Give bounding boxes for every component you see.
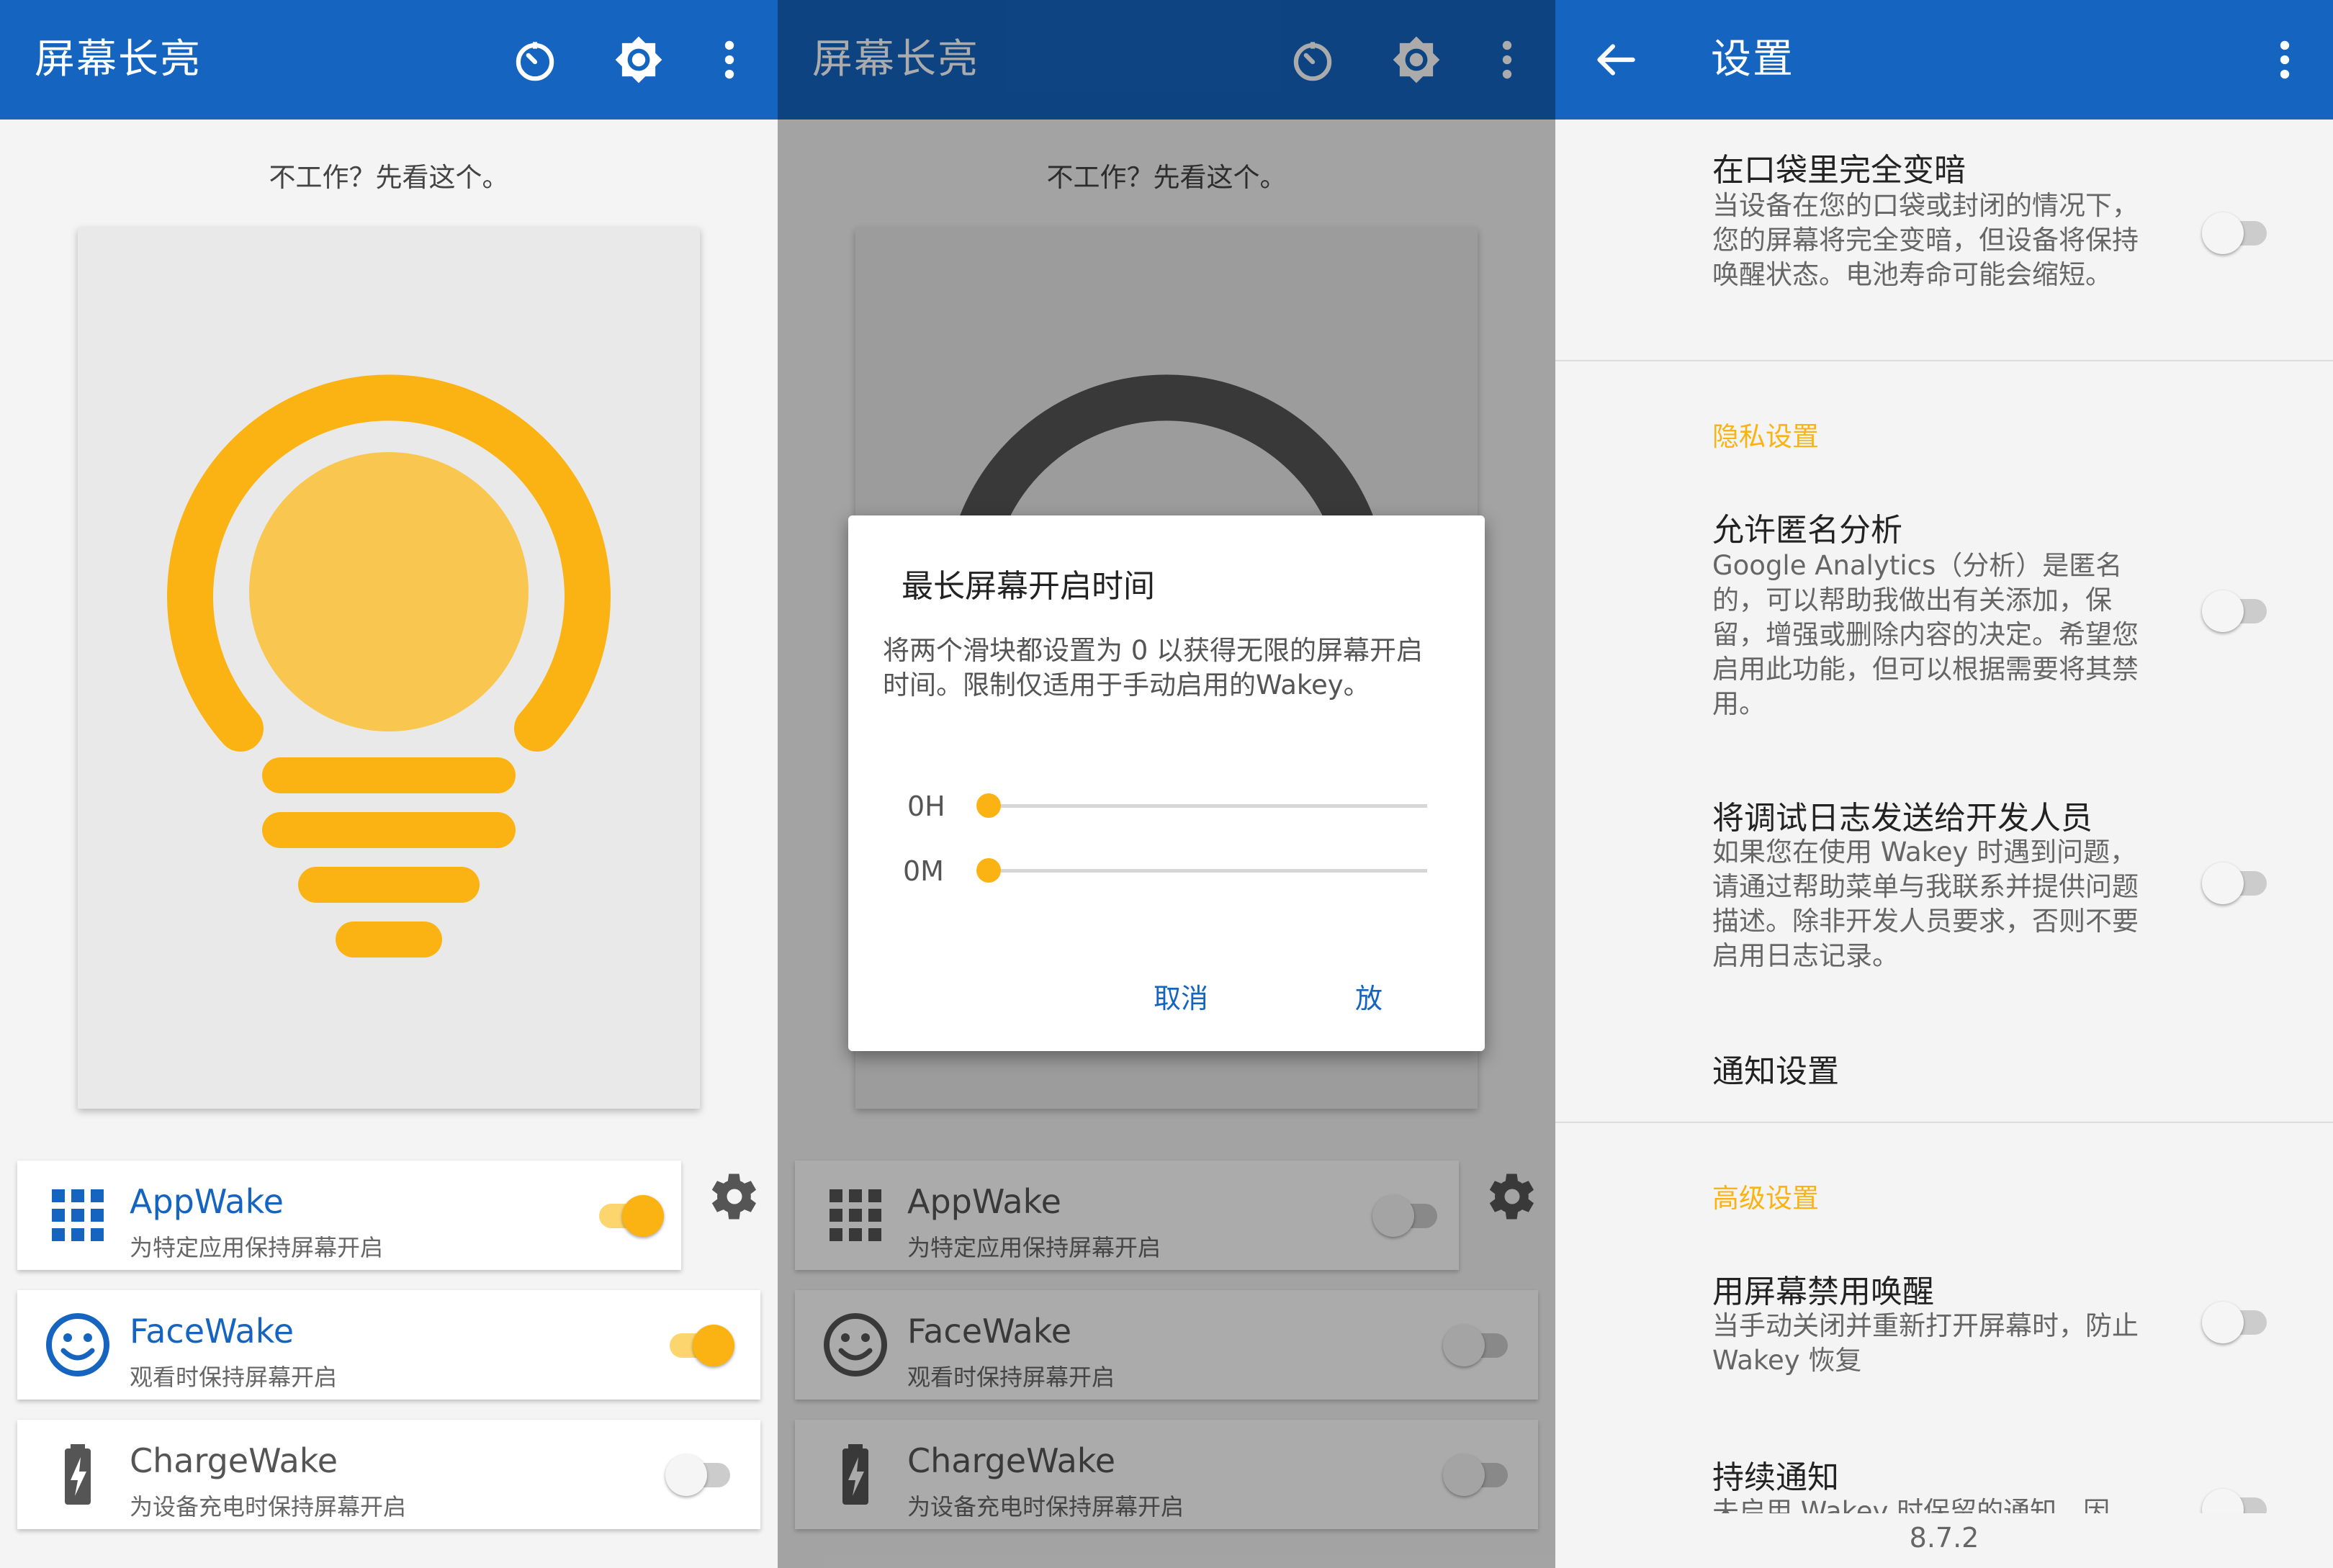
app-bar: 屏幕长亮 bbox=[0, 0, 778, 120]
timer-icon[interactable] bbox=[508, 33, 562, 86]
appwake-desc: 为特定应用保持屏幕开启 bbox=[130, 1234, 384, 1261]
appwake-row[interactable]: AppWake 为特定应用保持屏幕开启 bbox=[17, 1161, 681, 1270]
minutes-slider-thumb[interactable] bbox=[976, 858, 1001, 883]
hours-label: 0H bbox=[907, 790, 945, 822]
hours-slider-track[interactable] bbox=[986, 804, 1427, 808]
appwake-toggle[interactable] bbox=[595, 1189, 664, 1241]
appwake-settings-gear-icon[interactable] bbox=[709, 1171, 760, 1222]
app-title: 屏幕长亮 bbox=[35, 36, 202, 83]
chargewake-row[interactable]: ChargeWake 为设备充电时保持屏幕开启 bbox=[17, 1420, 760, 1529]
persistent-notification-toggle[interactable] bbox=[2202, 1483, 2271, 1513]
version-label: 8.7.2 bbox=[1909, 1522, 1979, 1554]
dialog-message: 将两个滑块都设置为 0 以获得无限的屏幕开启时间。限制仅适用于手动启用的Wake… bbox=[883, 635, 1424, 700]
hours-slider-thumb[interactable] bbox=[976, 793, 1001, 818]
smiley-face-icon bbox=[45, 1312, 111, 1378]
minutes-slider-track[interactable] bbox=[986, 869, 1427, 873]
appwake-title: AppWake bbox=[130, 1182, 284, 1221]
cancel-button[interactable]: 取消 bbox=[1154, 976, 1208, 1016]
minutes-label: 0M bbox=[903, 855, 944, 887]
wake-toggle-card[interactable] bbox=[78, 227, 700, 1109]
facewake-row[interactable]: FaceWake 观看时保持屏幕开启 bbox=[17, 1290, 760, 1400]
chargewake-desc: 为设备充电时保持屏幕开启 bbox=[130, 1493, 407, 1520]
setting-title: 持续通知 bbox=[1712, 1459, 1839, 1496]
setting-persistent-notification[interactable]: 持续通知 未启用 Wakey 时保留的通知，因 bbox=[1555, 0, 2333, 1513]
more-vert-icon[interactable] bbox=[703, 33, 756, 86]
facewake-title: FaceWake bbox=[130, 1312, 295, 1351]
facewake-desc: 观看时保持屏幕开启 bbox=[130, 1364, 338, 1391]
lightbulb-icon bbox=[167, 374, 611, 958]
facewake-toggle[interactable] bbox=[665, 1319, 734, 1371]
main-screen: 屏幕长亮 不工作？先看这个。 AppWake 为特定应用保持屏幕开启 FaceW… bbox=[0, 0, 778, 1568]
apps-grid-icon bbox=[45, 1182, 111, 1248]
dialog-screen: 屏幕长亮 不工作？先看这个。 AppWake 为特定应用保持屏幕开启 FaceW… bbox=[778, 0, 1555, 1568]
help-link[interactable]: 不工作？先看这个。 bbox=[0, 156, 778, 194]
chargewake-title: ChargeWake bbox=[130, 1441, 338, 1480]
dialog-title: 最长屏幕开启时间 bbox=[902, 568, 1155, 605]
ok-button[interactable]: 放 bbox=[1355, 976, 1383, 1016]
chargewake-toggle[interactable] bbox=[665, 1448, 734, 1500]
setting-desc: 未启用 Wakey 时保留的通知，因 bbox=[1712, 1496, 2111, 1513]
settings-screen: 设置 在口袋里完全变暗 当设备在您的口袋或封闭的情况下，您的屏幕将完全变暗，但设… bbox=[1555, 0, 2333, 1568]
max-screen-time-dialog: 最长屏幕开启时间 将两个滑块都设置为 0 以获得无限的屏幕开启时间。限制仅适用于… bbox=[848, 515, 1485, 1051]
battery-charging-icon bbox=[45, 1441, 111, 1508]
brightness-settings-icon[interactable] bbox=[612, 33, 665, 86]
